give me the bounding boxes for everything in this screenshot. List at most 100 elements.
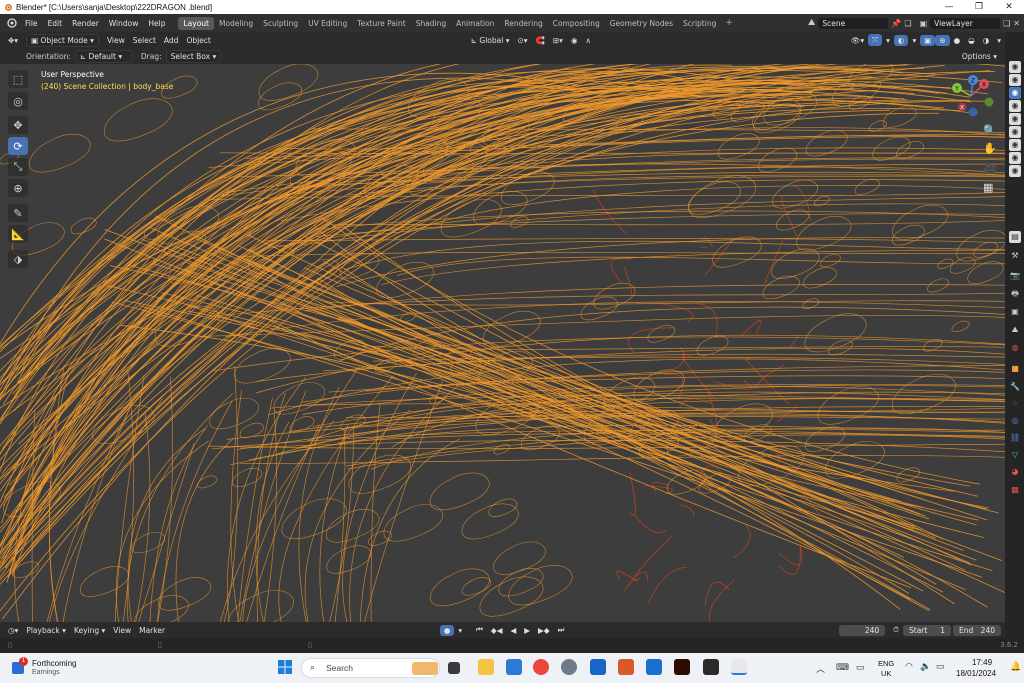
remove-view-layer-icon[interactable]: ✕: [1013, 19, 1020, 28]
menu-select[interactable]: Select: [129, 35, 160, 46]
timeline-menu-playback[interactable]: Playback ▾: [22, 625, 70, 636]
sticky-notes-icon[interactable]: [703, 659, 719, 675]
menu-window[interactable]: Window: [104, 19, 144, 28]
keyboard-icon[interactable]: ⌨: [836, 662, 849, 673]
menu-view[interactable]: View: [103, 35, 129, 46]
new-scene-icon[interactable]: ❏: [904, 19, 911, 28]
constraints-properties-icon[interactable]: ⛓: [1009, 432, 1021, 444]
end-frame-field[interactable]: End 240: [953, 624, 1001, 636]
menu-object[interactable]: Object: [182, 35, 214, 46]
language-indicator[interactable]: ENG: [878, 659, 894, 668]
play-icon[interactable]: ▶: [520, 625, 534, 636]
transform-tool[interactable]: ⊕: [8, 179, 28, 197]
tab-compositing[interactable]: Compositing: [548, 17, 605, 30]
overlays-dropdown-icon[interactable]: ▾: [908, 35, 920, 46]
tab-rendering[interactable]: Rendering: [499, 17, 547, 30]
tab-texture-paint[interactable]: Texture Paint: [352, 17, 410, 30]
jump-end-icon[interactable]: ⏭: [554, 624, 569, 636]
menu-add[interactable]: Add: [160, 35, 183, 46]
solid-shading-icon[interactable]: ●: [950, 35, 965, 46]
screenshot-icon-7[interactable]: ◉: [1009, 139, 1021, 151]
transform-orientation-selector[interactable]: ⊾ Global ▾: [467, 35, 514, 46]
screenshot-icon-6[interactable]: ◉: [1009, 126, 1021, 138]
scene-selector[interactable]: Scene: [818, 17, 889, 29]
play-reverse-icon[interactable]: ◀: [506, 625, 520, 636]
select-box-tool[interactable]: ⬚: [8, 70, 28, 88]
proportional-edit-icon[interactable]: ◉: [567, 35, 582, 46]
new-view-layer-icon[interactable]: ❏: [1003, 19, 1010, 28]
shading-dropdown-icon[interactable]: ▾: [993, 35, 1005, 46]
material-shading-icon[interactable]: ◒: [964, 35, 979, 46]
data-properties-icon[interactable]: ▽: [1009, 449, 1021, 461]
mail-icon[interactable]: [646, 659, 662, 675]
render-properties-icon[interactable]: 📷: [1009, 270, 1021, 282]
view-layer-icon[interactable]: ▣: [920, 19, 928, 28]
physics-properties-icon[interactable]: ◎: [1009, 415, 1021, 427]
region-indicator[interactable]: UK: [881, 669, 891, 678]
blender-menu-icon[interactable]: [4, 17, 20, 29]
snap-icon[interactable]: 🧲: [532, 35, 549, 46]
clock-time[interactable]: 17:49: [972, 658, 992, 667]
taskbar-search[interactable]: ⌕ Search: [301, 658, 440, 678]
view-layer-selector[interactable]: ViewLayer: [930, 17, 1001, 29]
output-properties-icon[interactable]: 🖶: [1009, 288, 1021, 300]
rendered-shading-icon[interactable]: ◑: [979, 35, 994, 46]
tool-properties-icon[interactable]: ⚒: [1009, 250, 1021, 262]
scene-icon[interactable]: ⛰: [808, 18, 816, 28]
volume-icon[interactable]: 🔈: [920, 661, 931, 672]
particles-properties-icon[interactable]: ⁘: [1009, 398, 1021, 410]
stocks-widget[interactable]: 1 Forthcoming Earnings: [12, 657, 82, 679]
annotate-tool[interactable]: ✎: [8, 204, 28, 222]
world-properties-icon[interactable]: ◍: [1009, 342, 1021, 354]
close-button[interactable]: ✕: [994, 2, 1024, 12]
wireframe-shading-icon[interactable]: ⊕: [935, 34, 950, 46]
prev-keyframe-icon[interactable]: ◆◀: [487, 625, 507, 636]
tab-animation[interactable]: Animation: [451, 17, 499, 30]
screenshot-icon-3[interactable]: ◉: [1009, 87, 1021, 99]
screenshot-icon-9[interactable]: ◉: [1009, 165, 1021, 177]
screenshot-icon-4[interactable]: ◉: [1009, 100, 1021, 112]
snap-target-icon[interactable]: ⊞▾: [549, 35, 567, 46]
texture-properties-icon[interactable]: ▩: [1009, 484, 1021, 496]
3d-viewport[interactable]: User Perspective (240) Scene Collection …: [0, 64, 1005, 622]
menu-render[interactable]: Render: [67, 19, 104, 28]
app-orange-icon[interactable]: [618, 659, 634, 675]
battery-icon[interactable]: ▭: [936, 661, 945, 672]
camera-view-icon[interactable]: 🎥: [983, 162, 997, 175]
pin-icon[interactable]: 📌: [891, 19, 901, 28]
object-properties-icon[interactable]: ■: [1009, 363, 1021, 375]
current-frame-field[interactable]: 240: [839, 624, 886, 636]
maximize-button[interactable]: ❐: [964, 2, 994, 12]
blender-taskbar-icon[interactable]: [731, 659, 747, 675]
tab-uv-editing[interactable]: UV Editing: [303, 17, 352, 30]
screenshot-icon-8[interactable]: ◉: [1009, 152, 1021, 164]
navigation-gizmo[interactable]: X Y Z X: [947, 72, 999, 120]
microsoft-store-icon[interactable]: [506, 659, 522, 675]
next-keyframe-icon[interactable]: ▶◆: [534, 625, 554, 636]
screenshot-icon-1[interactable]: ◉: [1009, 61, 1021, 73]
properties-editor-icon[interactable]: ▤: [1009, 231, 1021, 243]
scene-properties-icon[interactable]: ⛰: [1009, 324, 1021, 336]
display-icon[interactable]: ▭: [856, 662, 865, 673]
options-button[interactable]: Options ▾: [958, 51, 1001, 62]
measure-tool[interactable]: 📐: [8, 225, 28, 243]
tab-modeling[interactable]: Modeling: [214, 17, 258, 30]
tab-scripting[interactable]: Scripting: [678, 17, 721, 30]
zoom-icon[interactable]: 🔍: [983, 124, 997, 137]
settings-icon[interactable]: [561, 659, 577, 675]
drag-selector[interactable]: Select Box ▾: [165, 49, 222, 63]
add-cube-tool[interactable]: ⬗: [8, 250, 28, 268]
timeline-menu-marker[interactable]: Marker: [135, 625, 169, 636]
pivot-point-icon[interactable]: ⊙▾: [513, 35, 531, 46]
tab-sculpting[interactable]: Sculpting: [258, 17, 303, 30]
gizmo-dropdown-icon[interactable]: ▾: [882, 35, 894, 46]
screenshot-icon-5[interactable]: ◉: [1009, 113, 1021, 125]
outlook-icon[interactable]: [590, 659, 606, 675]
xray-toggle-icon[interactable]: ▣: [920, 34, 936, 46]
chrome-icon[interactable]: [533, 659, 549, 675]
material-properties-icon[interactable]: ◕: [1009, 466, 1021, 478]
cursor-tool[interactable]: ◎: [8, 92, 28, 110]
menu-file[interactable]: File: [20, 19, 43, 28]
jump-start-icon[interactable]: ⏮: [472, 624, 487, 636]
gizmo-toggle-icon[interactable]: ⤧: [868, 34, 883, 46]
